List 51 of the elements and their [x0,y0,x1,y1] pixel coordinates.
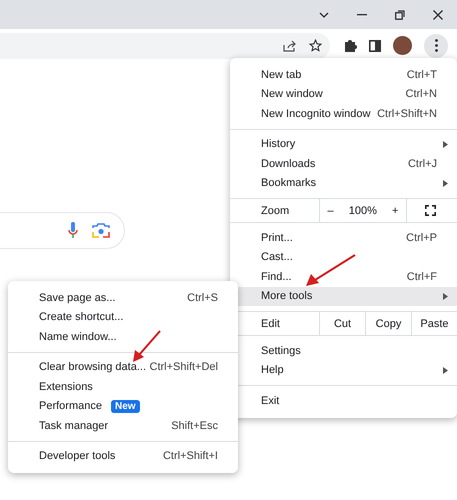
shortcut-label: Ctrl+J [408,158,437,170]
menu-item[interactable]: Name window... [8,327,238,346]
menu-item[interactable]: History [230,134,457,154]
shortcut-label: Ctrl+N [406,88,437,100]
search-box[interactable] [0,212,125,249]
menu-item[interactable]: New tab Ctrl+T [230,65,457,84]
caret-down-icon[interactable] [319,12,329,18]
menu-label: Edit [260,316,281,332]
edit-action[interactable]: Cut [319,312,365,335]
menu-item[interactable]: New window Ctrl+N [230,84,457,104]
zoom-in-button[interactable]: + [388,204,402,216]
zoom-level: 100% [348,204,378,216]
shortcut-label: Ctrl+Shift+N [377,108,437,120]
puzzle-icon[interactable] [344,39,357,52]
microphone-icon[interactable] [68,222,78,239]
shortcut-label: Shift+Esc [171,420,218,432]
edit-action[interactable]: Copy [365,312,411,335]
shortcut-label: Ctrl+T [406,68,437,81]
menu-item[interactable]: Print... Ctrl+P [230,228,457,248]
camera-icon[interactable] [92,223,110,238]
menu-item[interactable]: Task manager Shift+Esc [8,416,238,436]
arrow [306,254,356,286]
edit-action[interactable]: Paste [411,312,457,335]
avatar[interactable] [393,36,412,55]
menu-item[interactable]: Create shortcut... [8,308,238,327]
shortcut-label: Ctrl+Shift+Del [150,361,218,374]
star-icon[interactable] [309,39,322,52]
menu-label: Zoom [260,204,290,218]
restore-icon[interactable] [395,10,405,20]
close-icon[interactable] [433,10,443,20]
menu-item[interactable]: New Incognito window Ctrl+Shift+N [230,104,457,124]
new-badge: New [110,400,140,413]
menu-item[interactable]: Cast... [230,248,457,267]
fullscreen-icon[interactable] [424,205,436,216]
menu-item[interactable]: Downloads Ctrl+J [230,154,457,174]
menu-item[interactable]: Performance New [8,396,238,416]
menu-item[interactable]: Extensions [8,377,238,396]
menu-item[interactable]: Developer tools Ctrl+Shift+I [8,446,238,466]
shortcut-label: Ctrl+Shift+I [162,450,218,462]
arrow [133,330,161,362]
menu-item[interactable]: Find... Ctrl+F [230,267,457,286]
zoom-out-button[interactable]: – [324,204,338,216]
shortcut-label: Ctrl+S [187,292,218,304]
minimize-icon[interactable] [357,14,367,16]
shortcut-label: Ctrl+P [406,232,437,244]
side-panel-icon[interactable] [369,40,381,52]
share-icon[interactable] [283,40,297,52]
shortcut-label: Ctrl+F [406,270,437,283]
menu-button[interactable] [424,34,448,58]
kebab-icon [434,39,438,52]
menu-item[interactable]: Bookmarks [230,174,457,193]
